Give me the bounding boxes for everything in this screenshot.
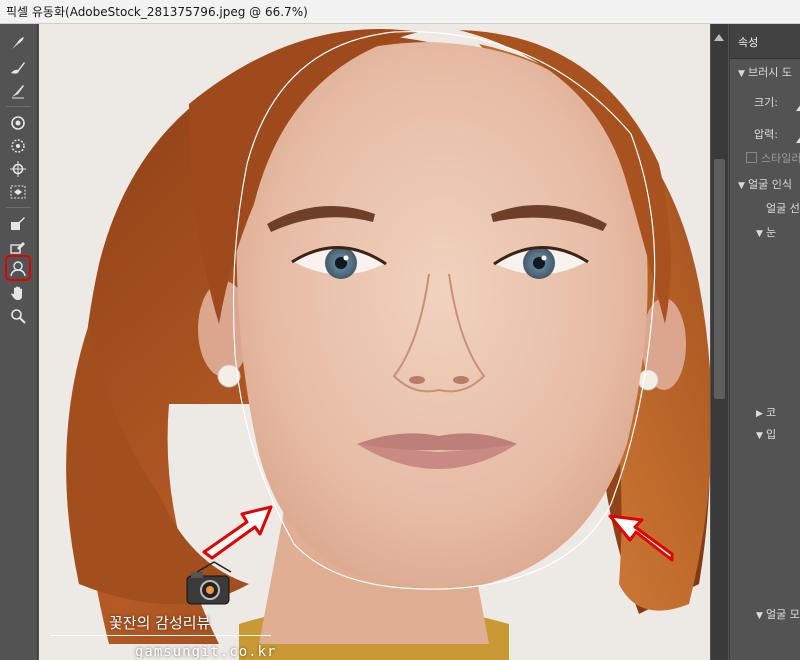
collapse-triangle-icon: ▼ [738, 69, 745, 79]
pucker-icon [11, 139, 25, 153]
watermark-divider [51, 635, 271, 636]
zoom-icon [11, 309, 26, 324]
stylus-label: 스타일러 [761, 152, 800, 165]
smooth-icon [12, 85, 24, 99]
pucker-tool[interactable] [7, 135, 29, 157]
mouth-section-header[interactable]: ▼ 입 [756, 426, 776, 442]
stylus-checkbox[interactable] [746, 152, 757, 163]
thaw-mask-tool[interactable] [7, 236, 29, 258]
hand-tool[interactable] [7, 282, 29, 304]
forward-warp-tool[interactable] [7, 32, 29, 54]
push-left-tool[interactable] [7, 181, 29, 203]
pressure-label: 압력: [754, 128, 778, 141]
properties-panel: 속성 ▼ 브러시 도 크기: 압력: 스타일러 ▼ 얼굴 인식 얼굴 선 ▼ 눈 ▶ 코… [729, 24, 800, 660]
smooth-tool[interactable] [7, 80, 29, 102]
collapse-triangle-icon: ▼ [738, 181, 745, 191]
watermark-title: 꽃잔의 감성리뷰 [109, 614, 211, 632]
scrollbar-thumb[interactable] [714, 159, 725, 399]
face-shape-label: 얼굴 모 [766, 608, 800, 621]
toolbar-separator [6, 207, 31, 208]
scroll-up-icon[interactable] [714, 34, 724, 41]
push-left-icon [10, 185, 26, 199]
face-tool[interactable] [5, 255, 31, 281]
thaw-mask-icon [10, 242, 25, 254]
hand-icon [11, 286, 22, 300]
collapse-triangle-icon: ▼ [756, 611, 763, 621]
brush-tool-options-header[interactable]: ▼ 브러시 도 [738, 64, 792, 80]
forward-warp-icon [12, 37, 24, 49]
reconstruct-tool[interactable] [7, 57, 29, 79]
eyes-section-header[interactable]: ▼ 눈 [756, 224, 776, 240]
face-tool-icon [10, 261, 26, 277]
portrait-image [39, 24, 710, 660]
window-title: 픽셀 유동화(AdobeStock_281375796.jpeg @ 66.7%… [0, 0, 800, 24]
liquify-toolbar [0, 24, 38, 660]
twirl-icon [11, 116, 25, 130]
collapse-triangle-icon: ▼ [756, 431, 763, 441]
bloat-tool[interactable] [7, 158, 29, 180]
reconstruct-icon [11, 62, 25, 74]
face-shape-section-header[interactable]: ▼ 얼굴 모 [756, 606, 800, 622]
mouth-label: 입 [766, 428, 777, 441]
bloat-icon [10, 161, 26, 177]
nose-section-header[interactable]: ▶ 코 [756, 404, 776, 420]
expand-triangle-icon: ▶ [756, 409, 763, 419]
stylus-pressure-option[interactable]: 스타일러 [746, 150, 800, 166]
freeze-mask-icon [11, 217, 25, 230]
select-face-label: 얼굴 선 [766, 202, 800, 215]
size-label: 크기: [754, 96, 778, 109]
face-aware-header[interactable]: ▼ 얼굴 인식 [738, 176, 792, 192]
canvas-vertical-scrollbar[interactable] [711, 24, 728, 660]
eyes-label: 눈 [766, 226, 777, 239]
watermark-url: gamsungit.co.kr [135, 644, 277, 660]
liquify-canvas[interactable]: 꽃잔의 감성리뷰 gamsungit.co.kr [39, 24, 710, 660]
twirl-tool[interactable] [7, 112, 29, 134]
zoom-tool[interactable] [7, 305, 29, 327]
brush-section-label: 브러시 도 [748, 66, 792, 79]
panel-tabbar: 속성 [730, 24, 800, 59]
nose-label: 코 [766, 406, 777, 419]
face-section-label: 얼굴 인식 [748, 178, 792, 191]
size-slider-icon[interactable] [796, 104, 800, 111]
freeze-mask-tool[interactable] [7, 213, 29, 235]
tab-properties[interactable]: 속성 [738, 34, 758, 50]
toolbar-separator [6, 106, 31, 107]
pressure-slider-icon[interactable] [796, 136, 800, 143]
collapse-triangle-icon: ▼ [756, 229, 763, 239]
